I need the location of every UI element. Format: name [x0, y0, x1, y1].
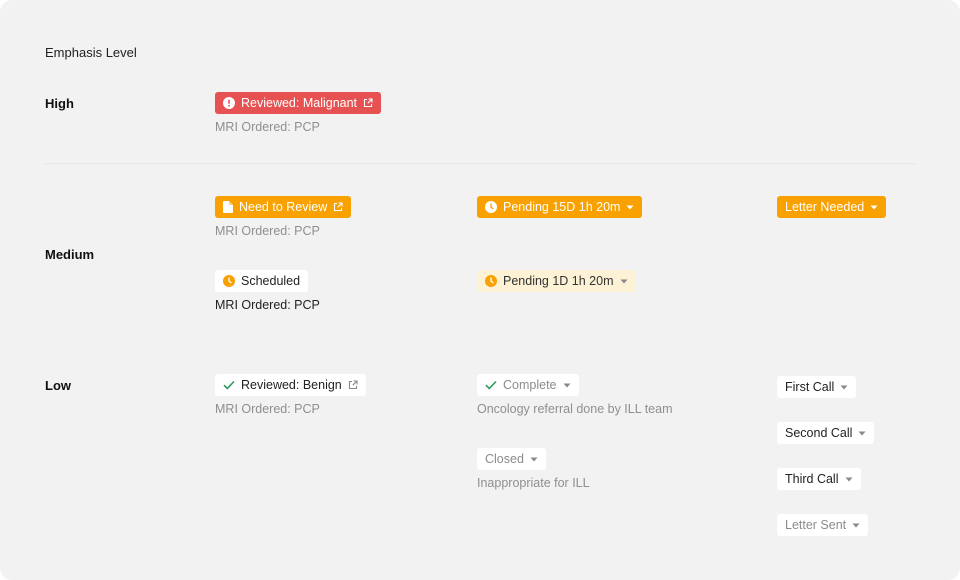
check-icon: [485, 380, 497, 390]
scheduled-chip[interactable]: Scheduled: [215, 270, 309, 292]
clock-icon: [485, 275, 497, 287]
letter-sent-dropdown[interactable]: Letter Sent: [777, 514, 869, 536]
complete-dropdown[interactable]: Complete: [477, 374, 579, 396]
clock-icon: [485, 201, 497, 213]
first-call-dropdown[interactable]: First Call: [777, 376, 857, 398]
closed-subtext: Inappropriate for ILL: [477, 476, 590, 490]
chip-label: Need to Review: [239, 200, 328, 214]
check-icon: [223, 380, 235, 390]
chip-label: Reviewed: Malignant: [241, 96, 358, 110]
need-to-review-chip[interactable]: Need to Review: [215, 196, 352, 218]
caret-down-icon: [852, 523, 860, 528]
need-review-subtext: MRI Ordered: PCP: [215, 224, 320, 238]
caret-down-icon: [845, 477, 853, 482]
complete-subtext: Oncology referral done by ILL team: [477, 402, 673, 416]
level-label-high: High: [45, 96, 74, 111]
chip-label: First Call: [785, 380, 835, 394]
closed-dropdown[interactable]: Closed: [477, 448, 546, 470]
chip-label: Letter Sent: [785, 518, 847, 532]
external-link-icon[interactable]: [348, 380, 358, 390]
panel-heading: Emphasis Level: [45, 45, 137, 60]
caret-down-icon: [530, 457, 538, 462]
chip-label: Third Call: [785, 472, 839, 486]
clock-icon: [223, 275, 235, 287]
second-call-dropdown[interactable]: Second Call: [777, 422, 875, 444]
chip-label: Reviewed: Benign: [241, 378, 342, 392]
chip-label: Pending 1D 1h 20m: [503, 274, 614, 288]
external-link-icon[interactable]: [363, 98, 373, 108]
letter-needed-dropdown[interactable]: Letter Needed: [777, 196, 887, 218]
pending-15d-dropdown[interactable]: Pending 15D 1h 20m: [477, 196, 643, 218]
scheduled-subtext: MRI Ordered: PCP: [215, 298, 320, 312]
high-subtext: MRI Ordered: PCP: [215, 120, 320, 134]
caret-down-icon: [840, 385, 848, 390]
chip-label: Closed: [485, 452, 524, 466]
reviewed-benign-subtext: MRI Ordered: PCP: [215, 402, 320, 416]
external-link-icon[interactable]: [333, 202, 343, 212]
caret-down-icon: [626, 205, 634, 210]
chip-label: Complete: [503, 378, 557, 392]
reviewed-benign-chip[interactable]: Reviewed: Benign: [215, 374, 366, 396]
caret-down-icon: [563, 383, 571, 388]
alert-circle-icon: [223, 97, 235, 109]
pending-1d-dropdown[interactable]: Pending 1D 1h 20m: [477, 270, 636, 292]
chip-label: Scheduled: [241, 274, 301, 288]
document-icon: [223, 201, 233, 213]
reviewed-malignant-chip[interactable]: Reviewed: Malignant: [215, 92, 382, 114]
chip-label: Pending 15D 1h 20m: [503, 200, 621, 214]
caret-down-icon: [620, 279, 628, 284]
level-label-medium: Medium: [45, 247, 95, 262]
third-call-dropdown[interactable]: Third Call: [777, 468, 861, 490]
chip-label: Letter Needed: [785, 200, 865, 214]
section-divider: [44, 163, 916, 164]
emphasis-level-panel: Emphasis Level High Reviewed: Malignant …: [0, 0, 960, 580]
level-label-low: Low: [45, 378, 71, 393]
caret-down-icon: [858, 431, 866, 436]
caret-down-icon: [870, 205, 878, 210]
chip-label: Second Call: [785, 426, 853, 440]
